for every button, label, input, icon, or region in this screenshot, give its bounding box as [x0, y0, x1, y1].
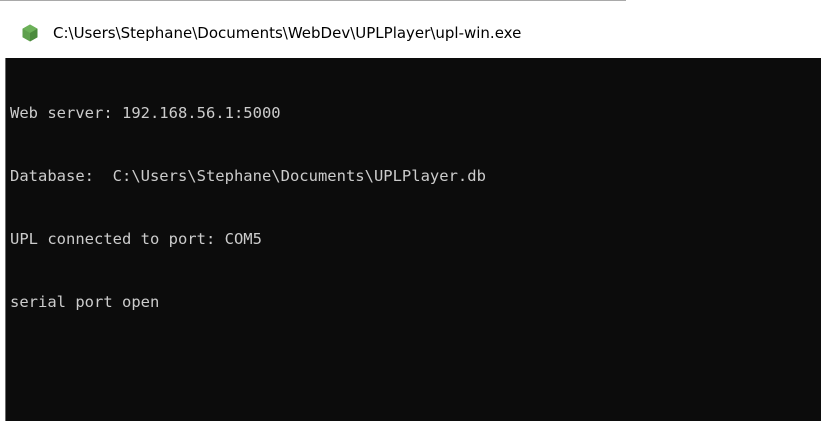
console-area: Web server: 192.168.56.1:5000 Database: … [0, 58, 826, 421]
title-bar[interactable]: C:\Users\Stephane\Documents\WebDev\UPLPl… [0, 1, 826, 59]
console-line: Web server: 192.168.56.1:5000 [10, 104, 281, 122]
console-line: Database: C:\Users\Stephane\Documents\UP… [10, 167, 486, 185]
console-line: serial port open [10, 293, 160, 311]
console-line: UPL connected to port: COM5 [10, 230, 262, 248]
console-window: C:\Users\Stephane\Documents\WebDev\UPLPl… [0, 0, 826, 421]
console-output[interactable]: Web server: 192.168.56.1:5000 Database: … [5, 58, 821, 421]
console-lines: Web server: 192.168.56.1:5000 Database: … [10, 61, 486, 355]
nodejs-hexagon-icon[interactable] [22, 24, 38, 42]
window-title: C:\Users\Stephane\Documents\WebDev\UPLPl… [53, 24, 522, 42]
